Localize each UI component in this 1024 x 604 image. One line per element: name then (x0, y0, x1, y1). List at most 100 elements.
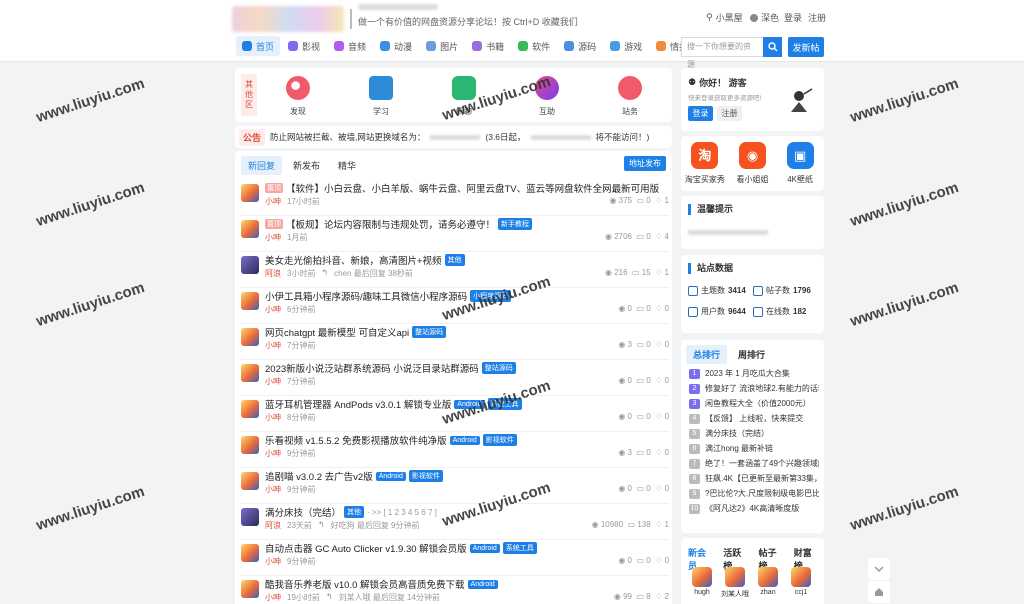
rank-item[interactable]: 8狂飙.4K【已更新至最新第33集，持续 (689, 471, 819, 486)
thread-row[interactable]: 2023新版小说泛站群系统源码 小说泛目录站群源码 整站源码 小呻 7分钟前 ◉ 0 ▭… (241, 361, 669, 396)
avatar[interactable] (241, 544, 259, 562)
site-logo[interactable] (232, 6, 344, 32)
rank-item[interactable]: 2修复好了 流浪地球2.有能力的话就去 (689, 381, 819, 396)
menu-item-3[interactable]: 动漫 (374, 36, 418, 56)
tab-digest[interactable]: 精华 (331, 156, 363, 175)
thread-title[interactable]: 自动点击器 GC Auto Clicker v1.9.30 解锁会员版 Andro… (265, 541, 537, 555)
tab-new-post[interactable]: 新发布 (286, 156, 327, 175)
tag-badge[interactable]: Android (449, 435, 480, 445)
thread-row[interactable]: 追剧喵 v3.0.2 去广告v2版 Android 影视软件 小呻 9分钟前 ◉ 0 ▭ … (241, 469, 669, 504)
thread-title[interactable]: 酷我音乐养老版 v10.0 解锁会员高音质免费下载 Android (265, 577, 498, 591)
rank-item[interactable]: 1 2023 年 1 月吃瓜大合集 (689, 366, 819, 381)
search-button[interactable] (763, 37, 782, 57)
rank-item[interactable]: 9?巴比伦?大.尺度限制级电影巴比伦，布 (689, 486, 819, 501)
thread-title[interactable]: 美女走光偷拍抖音、新娘，高清图片+视频 其他 (265, 253, 465, 267)
thread-author[interactable]: 阿浪 (265, 268, 281, 279)
home-float-button[interactable] (868, 581, 890, 603)
rank-item[interactable]: 4 【反馈】 上线啦，快来提交 (689, 411, 819, 426)
login-link[interactable]: 登录 (784, 11, 802, 24)
thread-title[interactable]: 置顶 【软件】小白云盘、小白羊版、蜗牛云盘、阿里云盘TV、蓝云等网盘软件全网最新可… (265, 181, 659, 195)
rank-item[interactable]: 3 闲鱼教程大全（价值2000元） (689, 396, 819, 411)
app-link-1[interactable]: ◉ 看小姐姐 (730, 142, 774, 185)
thread-author[interactable]: 小呻 (265, 304, 281, 315)
tag-badge[interactable]: 影视软件 (482, 434, 517, 446)
thread-row[interactable]: 置顶 【软件】小白云盘、小白羊版、蜗牛云盘、阿里云盘TV、蓝云等网盘软件全网最新可… (241, 181, 669, 216)
thread-title[interactable]: 置顶 【板规】论坛内容限制与违规处罚，请务必遵守！ 新手教程 (265, 217, 533, 231)
thread-author[interactable]: 小呻 (265, 592, 281, 603)
rank-item[interactable]: 5 满分床技（完结） (689, 426, 819, 441)
menu-item-0[interactable]: 首页 (236, 36, 281, 56)
register-link[interactable]: 注册 (808, 11, 826, 24)
tab-total-rank[interactable]: 总排行 (686, 345, 728, 364)
thread-author[interactable]: 小呻 (265, 232, 281, 243)
thread-title[interactable]: 乐看视频 v1.5.5.2 免费影视播放软件纯净版 Android 影视软件 (265, 433, 517, 447)
tag-badge[interactable]: Android (467, 579, 498, 589)
thread-title[interactable]: 追剧喵 v3.0.2 去广告v2版 Android 影视软件 (265, 469, 443, 483)
thread-author[interactable]: 小呻 (265, 484, 281, 495)
category-study[interactable]: 学习 (356, 76, 406, 117)
menu-item-2[interactable]: 音频 (328, 36, 372, 56)
avatar[interactable] (241, 328, 259, 346)
avatar[interactable] (241, 508, 259, 526)
avatar[interactable] (241, 580, 259, 598)
rank-item[interactable]: 6 满江hong 最新补链 (689, 441, 819, 456)
scroll-down-button[interactable] (868, 558, 890, 580)
thread-author[interactable]: 阿浪 (265, 520, 281, 531)
avatar[interactable] (241, 220, 259, 238)
tag-badge[interactable]: 影视软件 (408, 470, 443, 482)
new-post-button[interactable]: 发新帖 (788, 37, 824, 57)
welcome-login-button[interactable]: 登录 (688, 106, 713, 121)
menu-item-6[interactable]: 软件 (512, 36, 556, 56)
tag-badge[interactable]: Android (469, 543, 500, 553)
thread-author[interactable]: 小呻 (265, 556, 281, 567)
thread-row[interactable]: 美女走光偷拍抖音、新娘，高清图片+视频 其他 阿浪 3小时前 ↰ chen 最后回复 38… (241, 253, 669, 288)
tag-badge[interactable]: 其他 (444, 254, 465, 266)
tag-badge[interactable]: 其他 (344, 506, 365, 518)
tag-badge[interactable]: 整站源码 (481, 362, 516, 374)
menu-item-4[interactable]: 图片 (420, 36, 464, 56)
thread-title[interactable]: 2023新版小说泛站群系统源码 小说泛目录站群源码 整站源码 (265, 361, 516, 375)
thread-title[interactable]: 满分床技（完结） 其他 · >> [ 1 2 3 4 5 6 7 ] (265, 505, 437, 519)
thread-row[interactable]: 酷我音乐养老版 v10.0 解锁会员高音质免费下载 Android 小呻 19小时前 ↰… (241, 577, 669, 604)
search-input[interactable]: 搜一下你想要的资源 (681, 37, 763, 69)
address-publish-button[interactable]: 地址发布 (624, 156, 666, 171)
menu-item-1[interactable]: 影视 (282, 36, 326, 56)
member-item[interactable]: 刘某人哦 (720, 567, 750, 599)
avatar[interactable] (241, 184, 259, 202)
app-link-0[interactable]: 淘淘宝买家秀 (683, 142, 727, 185)
thread-row[interactable]: 自动点击器 GC Auto Clicker v1.9.30 解锁会员版 Andro… (241, 541, 669, 576)
thread-author[interactable]: 小呻 (265, 196, 281, 207)
tag-badge[interactable]: Android (375, 471, 406, 481)
theme-toggle[interactable]: 深色 (750, 11, 779, 24)
thread-title[interactable]: 网页chatgpt 最新模型 可自定义api 整站源码 (265, 325, 447, 339)
category-discover[interactable]: 发现 (273, 76, 323, 117)
thread-author[interactable]: 小呻 (265, 340, 281, 351)
menu-item-5[interactable]: 书籍 (466, 36, 510, 56)
avatar[interactable] (241, 400, 259, 418)
member-item[interactable]: hugh (687, 567, 717, 599)
thread-author[interactable]: 小呻 (265, 376, 281, 387)
member-item[interactable]: ccj1 (786, 567, 816, 599)
user-link[interactable]: ⚲ 小黑屋 (706, 11, 743, 24)
tag-badge[interactable]: 整站源码 (412, 326, 447, 338)
avatar[interactable] (241, 436, 259, 454)
menu-item-7[interactable]: 源码 (558, 36, 602, 56)
rank-item[interactable]: 10 《阿凡达2》4K高清晰度版 (689, 501, 819, 516)
thread-row[interactable]: 网页chatgpt 最新模型 可自定义api 整站源码 小呻 7分钟前 ◉ 3 ▭ 0 … (241, 325, 669, 360)
page-links[interactable]: · >> [ 1 2 3 4 5 6 7 ] (367, 508, 437, 517)
tag-badge[interactable]: 新手教程 (498, 218, 533, 230)
thread-row[interactable]: 置顶 【板规】论坛内容限制与违规处罚，请务必遵守！ 新手教程 小呻 1月前 ◉ 2706 … (241, 217, 669, 252)
tag-badge[interactable]: 系统工具 (502, 542, 537, 554)
thread-row[interactable]: 乐看视频 v1.5.5.2 免费影视播放软件纯净版 Android 影视软件 小呻 9分… (241, 433, 669, 468)
category-site[interactable]: 站务 (605, 76, 655, 117)
app-link-2[interactable]: ▣ 4K壁纸 (778, 142, 822, 185)
avatar[interactable] (241, 472, 259, 490)
rank-item[interactable]: 7绝了！一套涵盖了49个兴趣领域的教 (689, 456, 819, 471)
tab-weekly-rank[interactable]: 周排行 (731, 345, 772, 364)
menu-item-8[interactable]: 游戏 (604, 36, 648, 56)
member-item[interactable]: zhan (753, 567, 783, 599)
thread-author[interactable]: 小呻 (265, 412, 281, 423)
tab-new-reply[interactable]: 新回复 (241, 156, 283, 175)
welcome-register-button[interactable]: 注册 (717, 106, 742, 121)
thread-author[interactable]: 小呻 (265, 448, 281, 459)
